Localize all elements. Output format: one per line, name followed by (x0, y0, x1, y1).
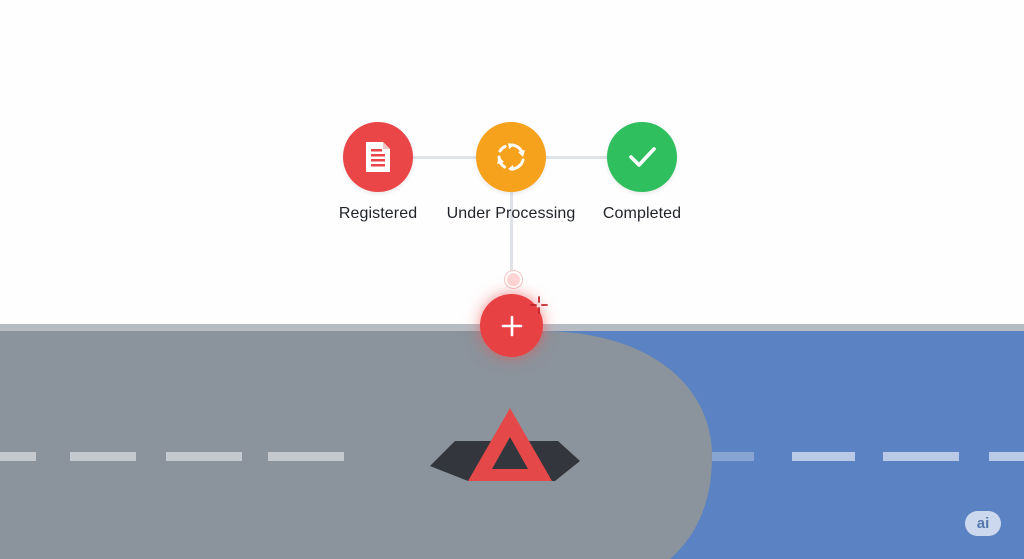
sparkle-icon (530, 296, 548, 314)
step-circle (607, 122, 677, 192)
document-icon (366, 142, 390, 172)
refresh-icon (497, 143, 525, 171)
map-view[interactable] (0, 331, 1024, 559)
status-stepper: Registered Under Processing Completed (0, 0, 1024, 324)
step-label: Completed (602, 205, 682, 222)
step-label: Registered (338, 205, 418, 222)
checkmark-icon (629, 147, 656, 167)
step-under-processing[interactable]: Under Processing (436, 122, 586, 223)
step-circle (343, 122, 413, 192)
road-area (0, 331, 712, 559)
map-canvas (0, 331, 1024, 559)
ai-badge[interactable]: ai (965, 511, 1001, 536)
plus-icon (501, 315, 522, 336)
step-registered[interactable]: Registered (303, 122, 453, 223)
step-completed[interactable]: Completed (567, 122, 717, 223)
connector-dot (505, 271, 522, 288)
step-circle (476, 122, 546, 192)
step-label: Under Processing (446, 205, 576, 222)
